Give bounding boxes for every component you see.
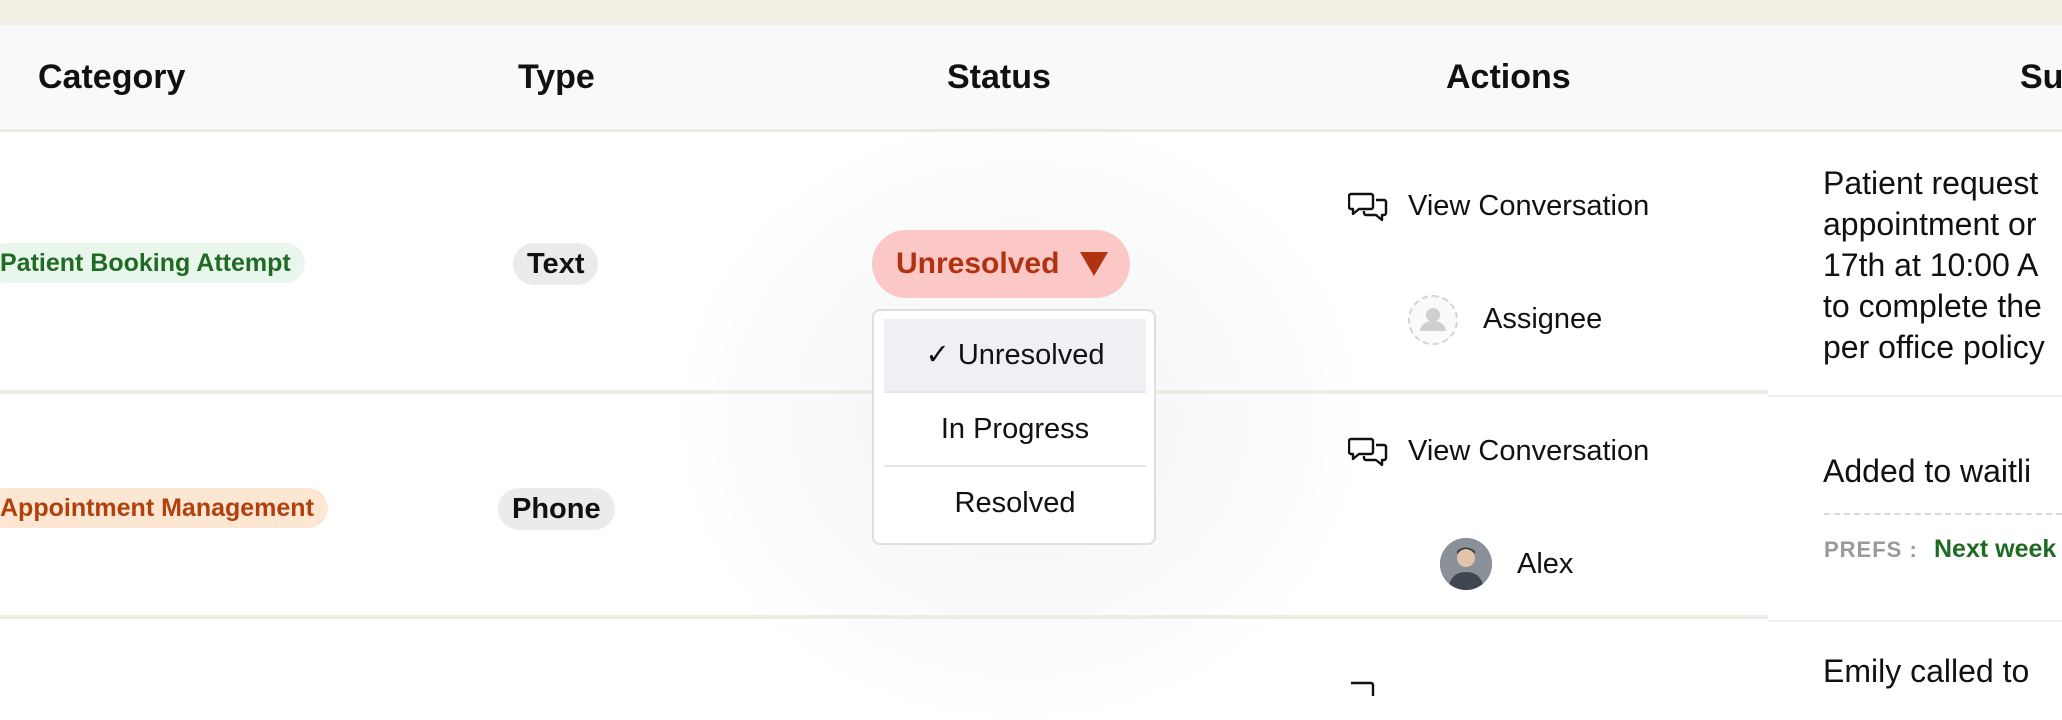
view-conversation-link[interactable]: View Conversation xyxy=(1408,435,1649,468)
column-header-summary[interactable]: Su xyxy=(2020,25,2062,129)
table-header: Category Type Status Actions Su xyxy=(0,25,2062,132)
top-strip xyxy=(0,0,2062,25)
type-badge: Phone xyxy=(498,488,615,530)
prefs-value: Next week xyxy=(1934,535,2057,563)
chat-bubbles-icon[interactable] xyxy=(1348,436,1388,470)
status-dropdown-menu: ✓ Unresolved In Progress Resolved xyxy=(872,309,1156,545)
column-header-category[interactable]: Category xyxy=(38,25,185,129)
assignee-avatar[interactable] xyxy=(1440,538,1492,590)
prefs-label: PREFS : xyxy=(1824,537,1918,562)
person-icon xyxy=(1420,308,1446,331)
type-badge: Text xyxy=(513,243,599,285)
row-divider xyxy=(1768,395,2062,397)
row-divider xyxy=(1768,620,2062,622)
column-header-actions[interactable]: Actions xyxy=(1446,25,1571,129)
summary-text: Added to waitli xyxy=(1823,453,2032,489)
status-option-resolved[interactable]: Resolved xyxy=(884,467,1146,539)
assignee-name[interactable]: Alex xyxy=(1517,548,1573,581)
status-option-unresolved[interactable]: ✓ Unresolved xyxy=(884,319,1146,391)
summary-text: Emily called to xyxy=(1823,653,2030,689)
assignee-avatar-placeholder[interactable] xyxy=(1408,295,1458,345)
status-option-in-progress[interactable]: In Progress xyxy=(884,393,1146,465)
category-badge: Patient Booking Attempt xyxy=(0,243,305,283)
category-badge: Appointment Management xyxy=(0,488,328,528)
caret-down-icon xyxy=(1080,252,1108,276)
assignee-label[interactable]: Assignee xyxy=(1483,303,1602,336)
status-dropdown-button[interactable]: Unresolved xyxy=(872,230,1130,298)
view-conversation-link[interactable]: View Conversation xyxy=(1408,190,1649,223)
summary-divider xyxy=(1824,513,2062,515)
status-label: Unresolved xyxy=(896,247,1060,280)
chat-bubbles-icon[interactable] xyxy=(1348,191,1388,225)
column-header-type[interactable]: Type xyxy=(518,25,595,129)
row-divider xyxy=(0,615,1768,619)
chat-bubbles-icon[interactable] xyxy=(1348,680,1388,714)
user-photo xyxy=(1440,538,1492,590)
column-header-status[interactable]: Status xyxy=(947,25,1051,129)
